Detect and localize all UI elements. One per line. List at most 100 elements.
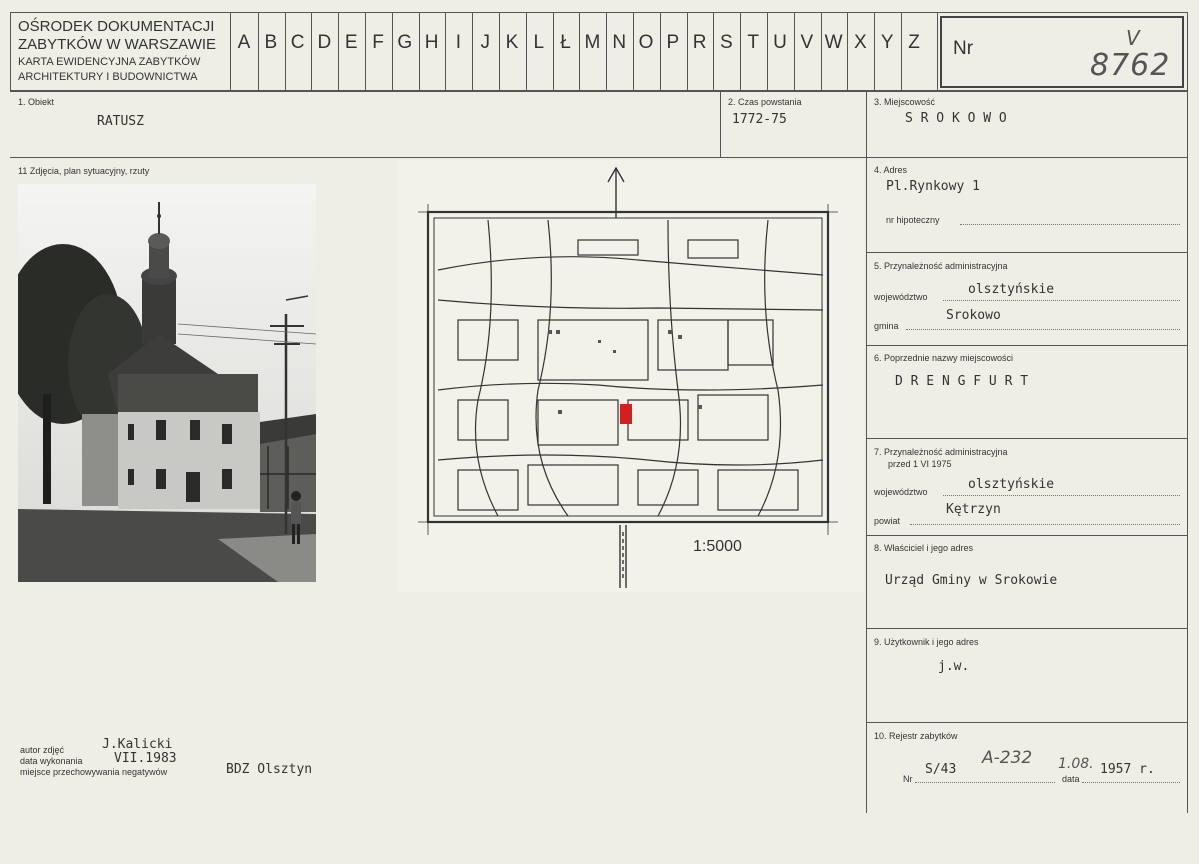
footer-author-value: J.Kalicki — [102, 737, 173, 752]
row1-divider-a — [720, 91, 721, 157]
alphabet-letter: L — [533, 32, 545, 53]
owner-value: Urząd Gminy w Srokowie — [885, 573, 1058, 588]
header-top-line — [10, 12, 1188, 13]
footer-author-label: autor zdjęć — [20, 745, 65, 755]
register-date-label: data — [1062, 774, 1080, 784]
alphabet-letter: F — [372, 32, 384, 53]
sec5-line — [866, 345, 1188, 346]
alphabet-letter: D — [317, 32, 332, 53]
footer-date-label: data wykonania — [20, 756, 83, 766]
place-label: 3. Miejscowość — [874, 97, 936, 107]
alphabet-divider — [284, 12, 286, 91]
mortgage-dotted-line — [960, 224, 1180, 225]
alphabet-letter: W — [824, 32, 843, 53]
alphabet-divider — [767, 12, 768, 91]
alphabet-letter: C — [290, 32, 305, 53]
user-value: j.w. — [938, 659, 970, 674]
number-value: 8762 — [1090, 48, 1171, 83]
header-right-line — [1187, 12, 1188, 91]
alphabet-letter: K — [505, 32, 519, 53]
register-nr-dotted-line — [915, 782, 1055, 783]
admin-before-voiv-dotted-line — [943, 495, 1180, 496]
row1-bottom-line — [10, 157, 1188, 158]
org-block: OŚRODEK DOKUMENTACJI ZABYTKÓW W WARSZAWI… — [18, 18, 228, 84]
alphabet-divider — [579, 12, 581, 91]
alphabet-letter: A — [237, 32, 251, 53]
register-date-dotted-line — [1082, 782, 1180, 783]
alphabet-letter: M — [584, 32, 601, 53]
alphabet-letter: R — [692, 32, 707, 53]
alphabet-letter: O — [638, 32, 654, 53]
address-value: Pl.Rynkowy 1 — [886, 179, 980, 194]
mortgage-label: nr hipoteczny — [886, 215, 940, 225]
admin-before-voiv-value: olsztyńskie — [968, 477, 1055, 492]
footer-date-value: VII.1983 — [114, 751, 177, 766]
alphabet-letter: Z — [908, 32, 920, 53]
sec8-line — [866, 628, 1188, 629]
alphabet-divider — [820, 12, 822, 91]
alphabet-letter: B — [264, 32, 278, 53]
register-nr-label: Nr — [903, 774, 913, 784]
alphabet-divider — [901, 12, 902, 91]
alphabet-divider — [338, 12, 340, 91]
register-nr-handwritten: A-232 — [982, 748, 1033, 768]
alphabet-divider — [365, 12, 366, 91]
alphabet-letter: N — [612, 32, 627, 53]
alphabet-letter: S — [720, 32, 733, 53]
alphabet-divider — [257, 12, 259, 91]
sec9-line — [866, 722, 1188, 723]
alphabet-divider — [874, 12, 876, 91]
user-label: 9. Użytkownik i jego adres — [874, 637, 979, 647]
alphabet-divider — [552, 12, 554, 91]
admin-voiv-label: województwo — [874, 292, 928, 302]
admin-before-label: 7. Przynależność administracyjna — [874, 447, 1008, 457]
alphabet-divider — [525, 12, 527, 91]
alphabet-divider — [659, 12, 661, 91]
alphabet-divider — [606, 12, 608, 91]
alphabet-divider — [499, 12, 500, 91]
alphabet-letter: Ł — [560, 32, 571, 53]
alphabet-divider — [445, 12, 447, 91]
alphabet-letter: Y — [880, 32, 894, 53]
object-value: RATUSZ — [97, 114, 144, 129]
sec7-line — [866, 535, 1188, 536]
number-label: Nr — [953, 38, 974, 59]
admin-before-powiat-label: powiat — [874, 516, 901, 526]
alphabet-letter: E — [344, 32, 358, 53]
card-type-line1: KARTA EWIDENCYJNA ZABYTKÓW — [18, 56, 201, 68]
alphabet-divider — [418, 12, 420, 91]
alphabet-letter: T — [747, 32, 759, 53]
card-type-line2: ARCHITEKTURY I BUDOWNICTWA — [18, 71, 198, 83]
admin-voiv-value: olsztyńskie — [968, 282, 1055, 297]
photos-label: 11 Zdjęcia, plan sytuacyjny, rzuty — [18, 166, 150, 176]
owner-label: 8. Właściciel i jego adres — [874, 543, 974, 553]
footer-storage-label: miejsce przechowywania negatywów — [20, 767, 168, 777]
alphabet-divider — [633, 12, 634, 91]
sec4-line — [866, 252, 1188, 253]
letters-end-line — [937, 12, 938, 91]
admin-gmina-value: Srokowo — [946, 308, 1001, 323]
alphabet-divider — [472, 12, 474, 91]
alphabet-letter: J — [480, 32, 490, 53]
alphabet-letter: V — [800, 32, 814, 53]
date-label: 2. Czas powstania — [728, 97, 802, 107]
object-label: 1. Obiekt — [18, 97, 55, 107]
former-names-value: D R E N G F U R T — [895, 374, 1029, 389]
town-hall-marker — [620, 404, 632, 424]
place-value: S R O K O W O — [905, 111, 1007, 126]
alphabet-divider — [793, 12, 795, 91]
register-date-value: 1957 r. — [1100, 762, 1155, 777]
alphabet-letter: U — [773, 32, 787, 53]
footer-storage-value: BDZ Olsztyn — [226, 762, 313, 777]
admin-before-powiat-value: Kętrzyn — [946, 502, 1001, 517]
alphabet-divider — [847, 12, 849, 91]
org-name-line2: ZABYTKÓW W WARSZAWIE — [18, 36, 217, 53]
number-mark: V — [1126, 26, 1140, 50]
former-names-label: 6. Poprzednie nazwy miejscowości — [874, 353, 1014, 363]
admin-before-powiat-dotted-line — [910, 524, 1180, 525]
admin-gmina-label: gmina — [874, 321, 899, 331]
sec6-line — [866, 438, 1188, 439]
header-bottom-line — [10, 90, 1188, 92]
register-nr-value: S/43 — [925, 762, 957, 777]
address-label: 4. Adres — [874, 165, 908, 175]
